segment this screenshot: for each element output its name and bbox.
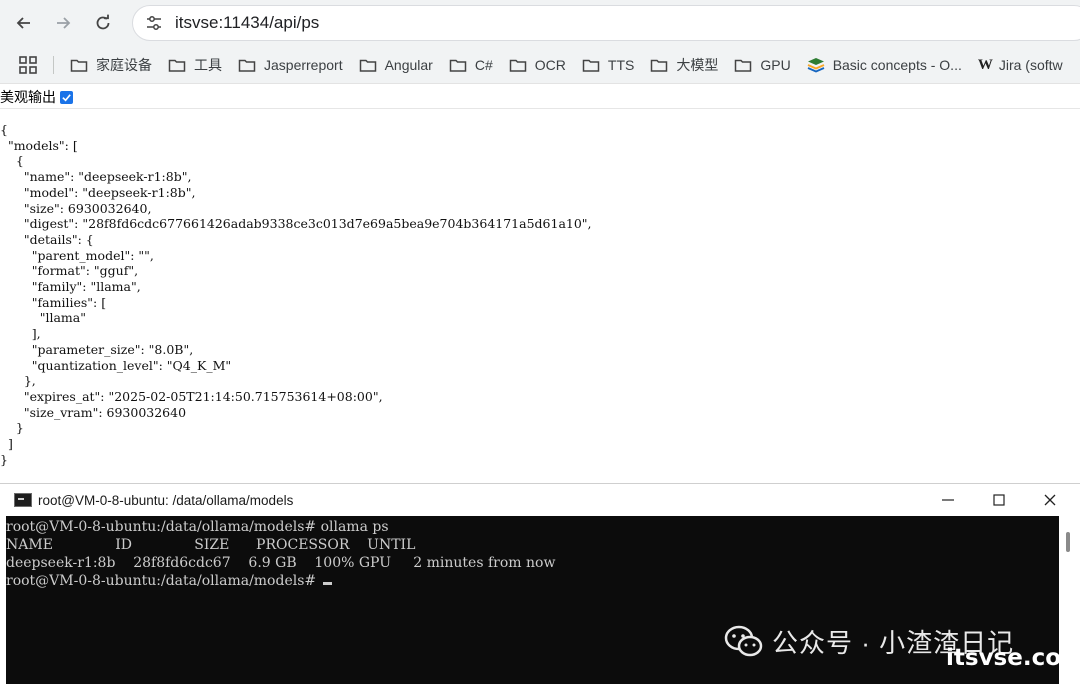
back-button[interactable] (10, 9, 38, 37)
bookmark-label: TTS (607, 57, 635, 73)
folder-icon (168, 57, 186, 73)
address-bar[interactable]: itsvse:11434/api/ps (132, 5, 1080, 41)
terminal-line: NAME ID SIZE PROCESSOR UNTIL (6, 537, 416, 553)
bookmark-list: 家庭设备 工具 Jasperreport Angular C# OCR TTS 大模型 GPU B… (70, 46, 1079, 83)
terminal-titlebar[interactable]: root@VM-0-8-ubuntu: /data/ollama/models (0, 484, 1080, 516)
arrow-left-icon (16, 17, 30, 29)
divider (0, 108, 1080, 109)
forward-button[interactable] (49, 9, 77, 37)
pretty-print-checkbox[interactable] (60, 90, 73, 104)
terminal-app-icon (14, 493, 32, 507)
terminal-line: root@VM-0-8-ubuntu:/data/ollama/models# … (6, 519, 389, 535)
folder-icon (650, 57, 668, 73)
terminal-line: deepseek-r1:8b 28f8fd6cdc67 6.9 GB 100% … (6, 555, 556, 571)
bookmark-label: 家庭设备 (96, 57, 152, 73)
bookmark-label: C# (474, 57, 493, 73)
bookmarks-divider (53, 56, 54, 74)
bookmark-label: 工具 (194, 57, 222, 73)
bookmark-label: OCR (534, 57, 566, 73)
terminal-output: root@VM-0-8-ubuntu:/data/ollama/models# … (6, 518, 555, 590)
bookmark-item[interactable]: 家庭设备 (70, 55, 152, 75)
checkmark-icon (62, 93, 71, 101)
bookmark-item[interactable]: Jasperreport (238, 57, 343, 73)
terminal-title: root@VM-0-8-ubuntu: /data/ollama/models (38, 492, 294, 508)
folder-icon (449, 57, 467, 73)
browser-toolbar: itsvse:11434/api/ps (0, 0, 1080, 46)
pretty-print-toggle[interactable]: 美观输出 (0, 86, 73, 108)
maximize-icon (993, 494, 1005, 506)
bookmark-item[interactable]: W Jira (softw (977, 56, 1063, 74)
folder-icon (238, 57, 256, 73)
json-response: { "models": [ { "name": "deepseek-r1:8b"… (0, 122, 592, 467)
minimize-button[interactable] (925, 484, 971, 516)
folder-icon (359, 57, 377, 73)
bookmark-item[interactable]: 工具 (168, 55, 222, 75)
bookmark-item[interactable]: Basic concepts - O... (807, 57, 962, 73)
url-text[interactable]: itsvse:11434/api/ps (175, 13, 319, 33)
bookmark-item[interactable]: TTS (582, 57, 634, 73)
folder-icon (582, 57, 600, 73)
bookmark-item[interactable]: C# (449, 57, 493, 73)
close-button[interactable] (1027, 484, 1073, 516)
watermark-site: itsvse.com (946, 645, 1080, 671)
bookmark-label: Jasperreport (264, 57, 343, 73)
minimize-icon (942, 499, 954, 501)
bookmark-item[interactable]: Angular (359, 57, 433, 73)
reload-button[interactable] (89, 9, 117, 37)
bookmark-label: Jira (softw (998, 57, 1063, 73)
wechat-icon (724, 625, 763, 656)
reload-icon (96, 14, 110, 30)
bookmark-item[interactable]: OCR (509, 57, 566, 73)
bookmarks-bar: 家庭设备 工具 Jasperreport Angular C# OCR TTS 大模型 GPU B… (0, 46, 1080, 84)
bookmark-label: GPU (760, 57, 791, 73)
bookmark-label: Angular (384, 57, 433, 73)
text-cursor (322, 582, 332, 585)
terminal-prompt-line: root@VM-0-8-ubuntu:/data/ollama/models# (6, 572, 555, 590)
bookmark-item[interactable]: 大模型 (650, 55, 718, 75)
wikipedia-w-icon: W (977, 56, 993, 73)
terminal-scrollbar[interactable] (1066, 532, 1070, 552)
folder-icon (509, 57, 527, 73)
terminal-prompt: root@VM-0-8-ubuntu:/data/ollama/models# (6, 573, 321, 589)
bookmark-label: 大模型 (676, 57, 719, 73)
bookmark-item[interactable]: GPU (734, 57, 791, 73)
maximize-button[interactable] (976, 484, 1022, 516)
close-icon (1044, 494, 1056, 506)
site-info-icon[interactable] (145, 14, 163, 32)
layers-icon (807, 57, 825, 73)
apps-grid-icon[interactable] (18, 55, 38, 75)
arrow-right-icon (57, 17, 71, 29)
bookmark-label: Basic concepts - O... (832, 57, 962, 73)
folder-icon (70, 57, 88, 73)
folder-icon (734, 57, 752, 73)
pretty-print-label: 美观输出 (0, 89, 56, 105)
